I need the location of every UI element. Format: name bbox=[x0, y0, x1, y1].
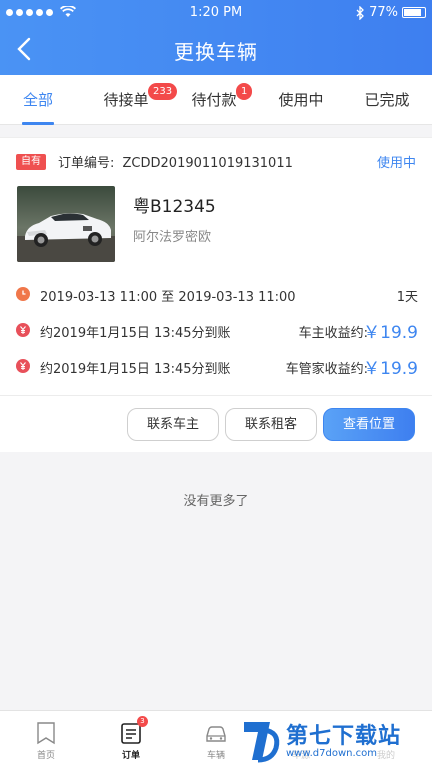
contact-renter-button[interactable]: 联系租客 bbox=[225, 408, 317, 441]
money-icon bbox=[16, 323, 30, 337]
watermark-url: www.d7down.com bbox=[286, 748, 378, 759]
order-status: 使用中 bbox=[376, 156, 416, 171]
owner-income-value: ￥19.9 bbox=[363, 323, 418, 343]
tab-badge: 1 bbox=[236, 83, 253, 100]
settlement-time: 约2019年1月15日 13:45分到账 bbox=[40, 362, 231, 377]
status-right: 77% bbox=[356, 5, 426, 20]
no-more-text: 没有更多了 bbox=[183, 494, 249, 509]
tabbar-orders[interactable]: 3 订单 bbox=[101, 711, 161, 768]
tab-all[interactable]: 全部 bbox=[16, 75, 60, 125]
money-icon bbox=[16, 359, 30, 373]
order-number: 订单编号: ZCDD2019011019131011 bbox=[58, 152, 293, 171]
tabbar-label: 首页 bbox=[36, 751, 55, 761]
manager-income-row: 约2019年1月15日 13:45分到账 车管家收益约: ￥19.9 bbox=[16, 356, 418, 379]
car-photo bbox=[17, 186, 115, 262]
tabbar-vehicles[interactable]: 车辆 bbox=[186, 711, 246, 768]
tab-in-use[interactable]: 使用中 bbox=[275, 75, 327, 125]
site-watermark: 第七下载站 www.d7down.com bbox=[240, 712, 432, 768]
manager-income-value: ￥19.9 bbox=[363, 359, 418, 379]
own-tag: 自有 bbox=[16, 154, 46, 170]
order-number-value: ZCDD2019011019131011 bbox=[122, 156, 293, 171]
tabbar-label: 订单 bbox=[121, 751, 140, 761]
home-icon bbox=[37, 722, 55, 745]
view-location-button[interactable]: 查看位置 bbox=[323, 408, 415, 441]
watermark-logo-icon bbox=[244, 722, 280, 763]
rental-duration: 1天 bbox=[396, 290, 418, 305]
page-title: 更换车辆 bbox=[174, 40, 258, 64]
clock-icon bbox=[16, 287, 30, 301]
tab-completed[interactable]: 已完成 bbox=[361, 75, 413, 125]
tab-pending-payment[interactable]: 待付款 bbox=[188, 75, 240, 125]
rental-period-row: 2019-03-13 11:00 至 2019-03-13 11:00 1天 bbox=[16, 284, 418, 306]
contact-owner-button[interactable]: 联系车主 bbox=[127, 408, 219, 441]
status-bar: 1:20 PM 77% bbox=[0, 0, 432, 26]
card-divider bbox=[0, 395, 432, 396]
order-number-label: 订单编号: bbox=[58, 156, 115, 171]
owner-income-row: 约2019年1月15日 13:45分到账 车主收益约: ￥19.9 bbox=[16, 320, 418, 343]
tabbar-home[interactable]: 首页 bbox=[16, 711, 76, 768]
car-icon bbox=[206, 726, 226, 742]
app-header: 1:20 PM 77% 更换车辆 bbox=[0, 0, 432, 75]
bluetooth-icon bbox=[356, 5, 365, 20]
car-plate: 粤B12345 bbox=[133, 197, 216, 217]
order-tabs: 全部 待接单 233 待付款 1 使用中 已完成 bbox=[0, 75, 432, 125]
tab-active-underline bbox=[22, 122, 54, 125]
battery-icon bbox=[402, 7, 426, 18]
tab-pending-accept[interactable]: 待接单 bbox=[100, 75, 152, 125]
settlement-time: 约2019年1月15日 13:45分到账 bbox=[40, 326, 231, 341]
car-model: 阿尔法罗密欧 bbox=[133, 230, 212, 245]
tabbar-label: 车辆 bbox=[206, 751, 225, 761]
rental-period: 2019-03-13 11:00 至 2019-03-13 11:00 bbox=[40, 290, 296, 305]
battery-percent: 77% bbox=[369, 5, 398, 20]
watermark-text: 第七下载站 bbox=[286, 724, 402, 749]
manager-income-label: 车管家收益约: bbox=[285, 362, 368, 377]
tab-badge: 233 bbox=[148, 83, 178, 100]
tabbar-badge: 3 bbox=[137, 716, 148, 727]
owner-income-label: 车主收益约: bbox=[298, 326, 368, 341]
order-card[interactable]: 自有 订单编号: ZCDD2019011019131011 使用中 粤B1234… bbox=[0, 137, 432, 452]
